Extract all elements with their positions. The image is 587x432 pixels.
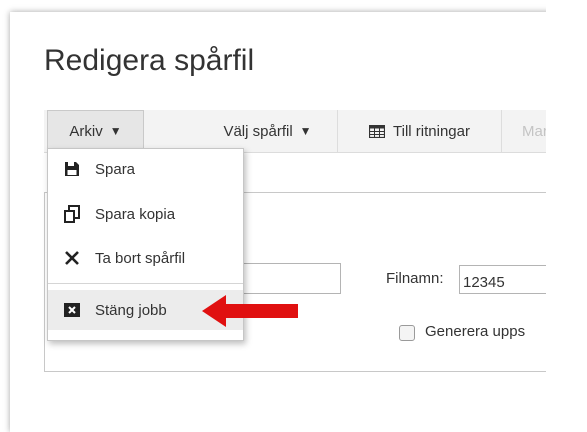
menu-item-label: Stäng jobb <box>95 301 167 319</box>
arkiv-menu-button[interactable]: Arkiv ▼ <box>47 110 144 152</box>
right-edge <box>546 0 587 407</box>
page-title: Redigera spårfil <box>44 44 255 77</box>
menu-item-label: Ta bort spårfil <box>95 249 186 267</box>
toolbar: Arkiv ▼ Välj spårfil ▼ Till ritningar Ma… <box>44 110 587 153</box>
close-icon <box>62 248 82 268</box>
menu-item-spara-kopia[interactable]: Spara kopia <box>48 194 243 234</box>
menu-item-label: Spara <box>95 160 136 178</box>
caret-down-icon: ▼ <box>299 124 312 138</box>
save-icon <box>62 159 82 179</box>
caret-down-icon: ▼ <box>109 124 122 138</box>
till-ritningar-button[interactable]: Till ritningar <box>338 110 502 152</box>
filnamn-input[interactable] <box>459 265 559 294</box>
menu-item-ta-bort-sparfil[interactable]: Ta bort spårfil <box>48 238 243 278</box>
close-box-icon <box>62 300 82 320</box>
text-field[interactable] <box>242 263 341 294</box>
till-ritningar-label: Till ritningar <box>393 122 470 140</box>
copy-icon <box>62 204 82 224</box>
filnamn-label: Filnamn: <box>386 270 444 287</box>
valj-sparfil-button[interactable]: Välj spårfil ▼ <box>198 110 338 152</box>
generera-checkbox[interactable] <box>399 325 415 341</box>
menu-item-label: Spara kopia <box>95 205 176 223</box>
red-arrow-annotation <box>200 293 300 334</box>
menu-divider <box>48 283 243 284</box>
arkiv-label: Arkiv <box>69 122 103 140</box>
table-grid-icon <box>369 124 386 138</box>
valj-sparfil-label: Välj spårfil <box>223 122 293 140</box>
menu-item-spara[interactable]: Spara <box>48 149 243 189</box>
generera-label: Generera upps <box>425 323 526 340</box>
